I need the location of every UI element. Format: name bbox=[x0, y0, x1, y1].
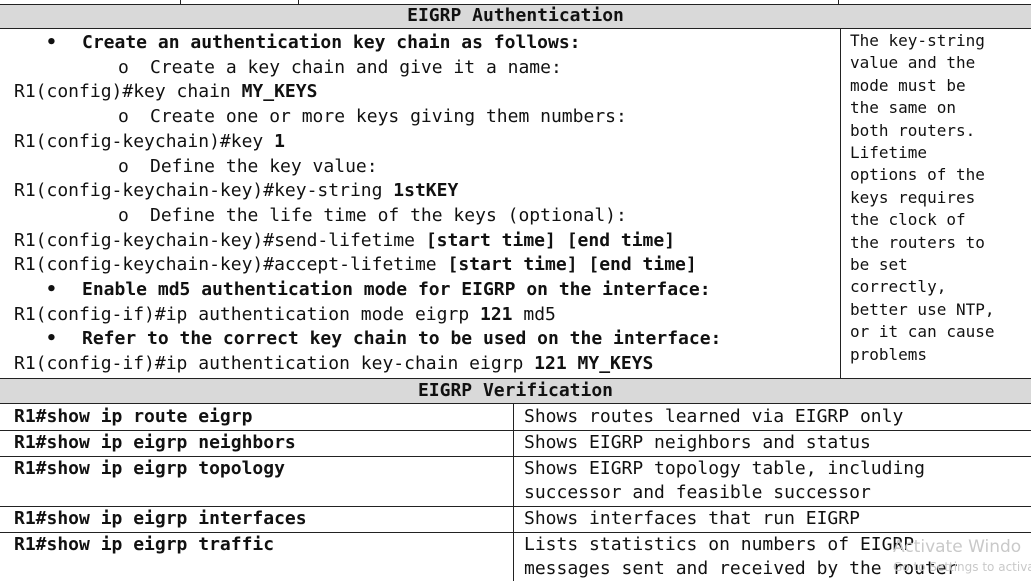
auth-command-line: R1(config-keychain-key)#key-string 1stKE… bbox=[14, 179, 458, 203]
command-argument: 121 bbox=[480, 303, 513, 325]
command-prefix: R1(config-keychain-key)#accept-lifetime bbox=[14, 254, 448, 276]
auth-bullet-text: Refer to the correct key chain to be use… bbox=[82, 328, 722, 350]
sub-bullet-icon: o bbox=[118, 155, 129, 177]
auth-command-line: R1(config-if)#ip authentication mode eig… bbox=[14, 303, 556, 327]
command-argument: 121 MY_KEYS bbox=[534, 353, 654, 375]
auth-sub-text: Create a key chain and give it a name: bbox=[150, 56, 562, 78]
command-prefix: R1(config-if)#ip authentication mode eig… bbox=[14, 303, 480, 325]
verify-row-border bbox=[0, 430, 1031, 431]
verify-description: Shows EIGRP topology table, including su… bbox=[524, 458, 925, 503]
auth-command-line: R1(config)#key chain MY_KEYS bbox=[14, 80, 317, 104]
auth-bullet-text: Enable md5 authentication mode for EIGRP… bbox=[82, 279, 711, 300]
activation-watermark-line2: Go to Settings to activate bbox=[893, 560, 1031, 574]
auth-sub-text: Define the life time of the keys (option… bbox=[150, 204, 627, 226]
verify-command: R1#show ip route eigrp bbox=[14, 406, 253, 427]
verify-row-border bbox=[0, 532, 1031, 533]
command-argument: MY_KEYS bbox=[241, 81, 318, 103]
verify-header-bottom-border bbox=[0, 403, 1031, 404]
command-prefix: R1(config-keychain)#key bbox=[14, 130, 275, 152]
command-prefix: R1(config-if)#ip authentication key-chai… bbox=[14, 353, 535, 375]
auth-command-line: R1(config-keychain-key)#accept-lifetime … bbox=[14, 253, 697, 277]
command-argument: 1 bbox=[274, 130, 285, 152]
command-prefix: R1(config-keychain-key)#send-lifetime bbox=[14, 229, 426, 251]
verify-row-border bbox=[0, 456, 1031, 457]
auth-header-top-border bbox=[0, 4, 1031, 5]
verify-command: R1#show ip eigrp neighbors bbox=[14, 432, 296, 453]
auth-command-line: R1(config-keychain)#key 1 bbox=[14, 130, 285, 154]
note-divider bbox=[840, 28, 841, 378]
verify-column-divider bbox=[513, 403, 514, 581]
command-argument: 1stKEY bbox=[393, 180, 459, 202]
command-argument: [start time] [end time] bbox=[447, 254, 697, 276]
activation-watermark-line1: Activate Windo bbox=[893, 537, 1022, 557]
sub-bullet-icon: o bbox=[118, 56, 129, 78]
command-argument: [start time] [end time] bbox=[425, 229, 676, 251]
sub-bullet-icon: o bbox=[118, 204, 129, 226]
sub-bullet-icon: o bbox=[118, 106, 129, 128]
auth-section-title: EIGRP Authentication bbox=[0, 5, 1031, 28]
auth-sub-text: Create one or more keys giving them numb… bbox=[150, 106, 627, 128]
verify-command: R1#show ip eigrp topology bbox=[14, 458, 285, 479]
bullet-icon: • bbox=[46, 328, 57, 350]
auth-sub-text: Define the key value: bbox=[150, 155, 378, 177]
command-suffix: md5 bbox=[512, 303, 556, 325]
bullet-icon: • bbox=[46, 32, 57, 53]
command-prefix: R1(config)#key chain bbox=[14, 81, 242, 103]
auth-side-note: The key-string value and the mode must b… bbox=[850, 31, 995, 364]
verify-description: Shows interfaces that run EIGRP bbox=[524, 508, 860, 529]
auth-command-line: R1(config-keychain-key)#send-lifetime [s… bbox=[14, 229, 675, 253]
verify-row-border bbox=[0, 506, 1031, 507]
verify-description: Shows EIGRP neighbors and status bbox=[524, 432, 871, 453]
verify-command: R1#show ip eigrp interfaces bbox=[14, 508, 307, 529]
bullet-icon: • bbox=[46, 279, 57, 300]
command-prefix: R1(config-keychain-key)#key-string bbox=[14, 180, 394, 202]
auth-bullet-text: Create an authentication key chain as fo… bbox=[82, 32, 581, 53]
verify-description: Shows routes learned via EIGRP only bbox=[524, 406, 904, 427]
auth-header-bottom-border bbox=[0, 28, 1031, 29]
verify-section-title: EIGRP Verification bbox=[0, 379, 1031, 403]
auth-command-line: R1(config-if)#ip authentication key-chai… bbox=[14, 352, 653, 376]
verify-command: R1#show ip eigrp traffic bbox=[14, 534, 275, 555]
